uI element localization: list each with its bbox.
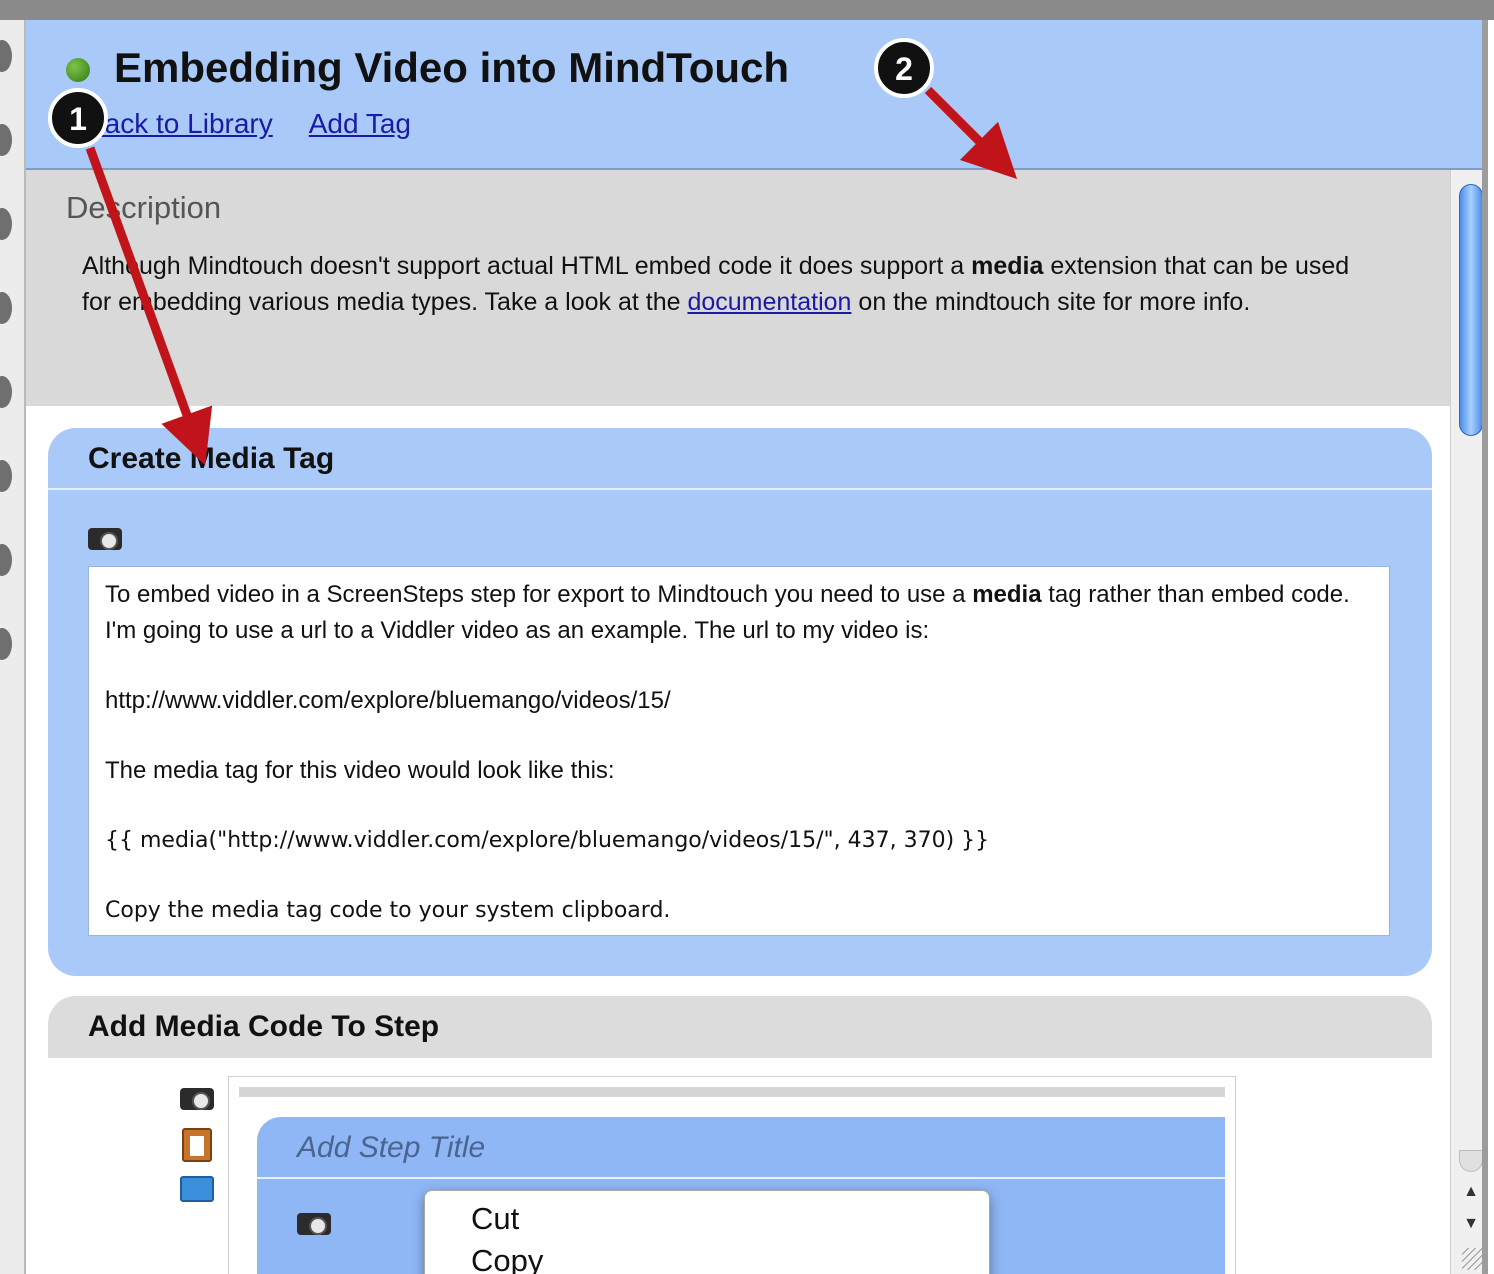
step-paragraph: Copy the media tag code to your system c… bbox=[105, 898, 671, 923]
sidebar-tab-marker bbox=[0, 124, 12, 156]
sidebar-tab-marker bbox=[0, 376, 12, 408]
sidebar-tab-marker bbox=[0, 460, 12, 492]
description-text-part: on the mindtouch site for more info. bbox=[851, 288, 1251, 316]
step-url: http://www.viddler.com/explore/bluemango… bbox=[105, 687, 671, 714]
step-title-placeholder[interactable]: Add Step Title bbox=[297, 1131, 485, 1165]
step-divider bbox=[48, 488, 1432, 490]
back-to-library-link[interactable]: Back to Library bbox=[86, 108, 273, 139]
folder-icon[interactable] bbox=[180, 1176, 214, 1202]
lesson-header: Embedding Video into MindTouch Back to L… bbox=[26, 20, 1482, 170]
step-divider bbox=[257, 1177, 1225, 1179]
lesson-window: Embedding Video into MindTouch Back to L… bbox=[26, 20, 1488, 1274]
camera-icon[interactable] bbox=[180, 1088, 214, 1110]
status-dot-icon bbox=[66, 58, 90, 82]
description-heading: Description bbox=[66, 190, 222, 225]
description-section: Description Although Mindtouch doesn't s… bbox=[26, 170, 1450, 406]
step-code: {{ media("http://www.viddler.com/explore… bbox=[105, 828, 990, 853]
camera-icon[interactable] bbox=[88, 528, 122, 550]
sidebar-tab-marker bbox=[0, 208, 12, 240]
step-paragraph: To embed video in a ScreenSteps step for… bbox=[105, 577, 1373, 649]
camera-icon[interactable] bbox=[297, 1213, 331, 1235]
description-text-part: Although Mindtouch doesn't support actua… bbox=[82, 252, 972, 280]
sidebar-tab-marker bbox=[0, 628, 12, 660]
step-create-media-tag[interactable]: Create Media Tag To embed video in a Scr… bbox=[48, 428, 1432, 976]
context-menu[interactable]: Cut Copy bbox=[424, 1190, 990, 1274]
step-bold-word: media bbox=[972, 581, 1042, 608]
step-title: Create Media Tag bbox=[88, 442, 335, 475]
window-top-edge bbox=[0, 0, 1494, 20]
lesson-content[interactable]: Description Although Mindtouch doesn't s… bbox=[26, 170, 1450, 1274]
page-title: Embedding Video into MindTouch bbox=[114, 44, 790, 91]
vertical-scrollbar[interactable]: ▲ ▼ bbox=[1450, 170, 1482, 1274]
clipboard-icon[interactable] bbox=[182, 1128, 212, 1162]
scroll-down-arrow-icon[interactable]: ▼ bbox=[1459, 1210, 1482, 1238]
scrollbar-thumb[interactable] bbox=[1459, 184, 1482, 436]
description-text: Although Mindtouch doesn't support actua… bbox=[82, 248, 1382, 320]
documentation-link[interactable]: documentation bbox=[687, 288, 851, 316]
sidebar-tab-marker bbox=[0, 40, 12, 72]
description-bold-word: media bbox=[971, 252, 1044, 280]
left-sidebar-edge bbox=[0, 20, 26, 1274]
menu-item-cut[interactable]: Cut bbox=[471, 1201, 519, 1237]
menu-item-copy[interactable]: Copy bbox=[471, 1243, 543, 1274]
sidebar-tab-marker bbox=[0, 292, 12, 324]
resize-grip-icon[interactable] bbox=[1462, 1248, 1482, 1270]
scrollbar-track-end bbox=[1459, 1150, 1482, 1172]
step-title: Add Media Code To Step bbox=[88, 1010, 440, 1043]
step-paragraph: The media tag for this video would look … bbox=[105, 757, 615, 784]
embedded-toolbar bbox=[239, 1087, 1225, 1097]
scroll-up-arrow-icon[interactable]: ▲ bbox=[1459, 1178, 1482, 1206]
header-links: Back to Library Add Tag bbox=[86, 108, 447, 140]
add-tag-link[interactable]: Add Tag bbox=[309, 108, 411, 139]
sidebar-tab-marker bbox=[0, 544, 12, 576]
step-text-part: To embed video in a ScreenSteps step for… bbox=[105, 581, 973, 608]
step-text-box[interactable]: To embed video in a ScreenSteps step for… bbox=[88, 566, 1390, 936]
